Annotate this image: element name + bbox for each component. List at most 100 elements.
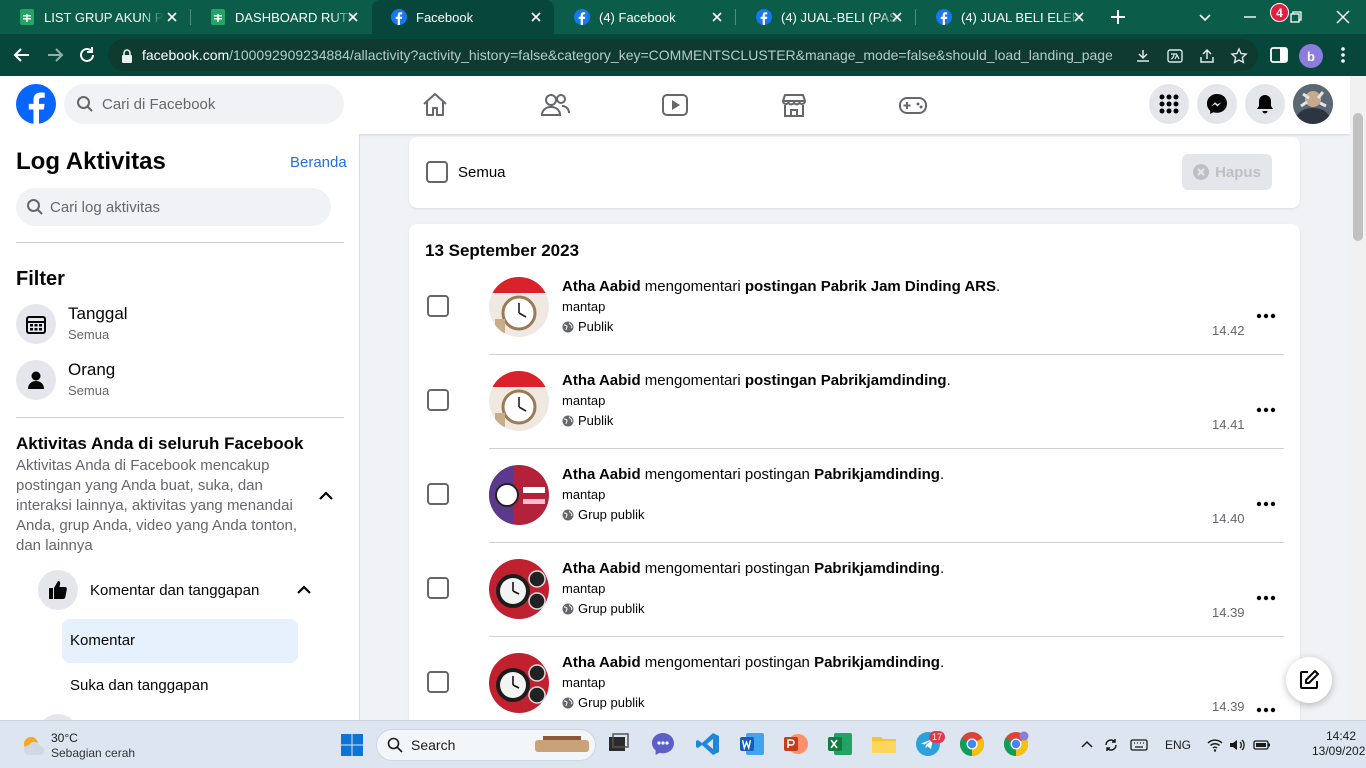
close-icon[interactable] (889, 9, 905, 25)
actor-name[interactable]: Atha Aabid (562, 560, 641, 577)
sidebar-item-likes-reactions[interactable]: Suka dan tanggapan (70, 677, 208, 694)
post-thumbnail[interactable] (489, 559, 549, 619)
actor-name[interactable]: Atha Aabid (562, 654, 641, 671)
page-scrollbar[interactable] (1350, 76, 1366, 720)
close-icon[interactable] (709, 9, 725, 25)
gaming-icon[interactable] (898, 90, 928, 120)
browser-tab-active[interactable]: Facebook (372, 0, 554, 34)
entry-checkbox[interactable] (427, 577, 449, 599)
more-options-icon[interactable] (1255, 399, 1277, 421)
windows-start-icon[interactable] (340, 733, 364, 757)
notifications-button[interactable] (1245, 84, 1285, 124)
excel-icon[interactable] (827, 731, 853, 757)
activity-log-search-input[interactable] (50, 198, 320, 216)
chevron-up-icon[interactable] (316, 486, 336, 506)
more-options-icon[interactable] (1255, 493, 1277, 515)
entry-checkbox[interactable] (427, 389, 449, 411)
browser-tab[interactable]: DASHBOARD RUTINITAS (191, 0, 371, 34)
post-thumbnail[interactable] (489, 653, 549, 713)
target-name[interactable]: Pabrik Jam Dinding ARS (821, 278, 996, 295)
more-options-icon[interactable] (1255, 587, 1277, 609)
window-close-icon[interactable] (1331, 5, 1355, 29)
messenger-button[interactable] (1197, 84, 1237, 124)
friends-icon[interactable] (540, 90, 570, 120)
system-clock[interactable]: 14:42 13/09/2023 (1312, 729, 1366, 759)
volume-icon[interactable] (1228, 736, 1246, 754)
battery-icon[interactable] (1253, 736, 1271, 754)
close-icon[interactable] (164, 9, 180, 25)
new-message-button[interactable] (1286, 657, 1332, 703)
target-name[interactable]: Pabrikjamdinding (814, 560, 940, 577)
chat-app-icon[interactable] (650, 731, 676, 757)
browser-tab[interactable]: LIST GRUP AKUN PABRIK (0, 0, 190, 34)
chevron-up-icon[interactable] (294, 580, 314, 600)
category-comments-reactions[interactable]: Komentar dan tanggapan (38, 570, 328, 612)
more-options-icon[interactable] (1255, 699, 1277, 721)
activity-log-search[interactable] (16, 188, 331, 226)
target-name[interactable]: Pabrikjamdinding (821, 372, 947, 389)
share-icon[interactable] (1198, 47, 1216, 65)
sidebar-item-comments[interactable]: Komentar (62, 619, 298, 663)
word-icon[interactable] (739, 731, 765, 757)
minimize-icon[interactable] (1238, 5, 1262, 29)
keyboard-icon[interactable] (1130, 736, 1148, 754)
chrome-menu-icon[interactable] (1332, 44, 1354, 66)
post-prefix[interactable]: postingan (745, 372, 817, 389)
actor-name[interactable]: Atha Aabid (562, 466, 641, 483)
weather-widget[interactable]: 30°C Sebagian cerah (18, 729, 178, 763)
tab-search-chevron-icon[interactable] (1193, 5, 1217, 29)
more-options-icon[interactable] (1255, 305, 1277, 327)
home-icon[interactable] (420, 90, 450, 120)
file-explorer-icon[interactable] (871, 731, 897, 757)
close-icon[interactable] (1071, 9, 1087, 25)
chrome-profile-icon[interactable] (1003, 731, 1029, 757)
entry-checkbox[interactable] (427, 295, 449, 317)
actor-name[interactable]: Atha Aabid (562, 372, 641, 389)
translate-icon[interactable] (1166, 47, 1184, 65)
delete-button[interactable]: Hapus (1182, 154, 1272, 190)
post-thumbnail[interactable] (489, 465, 549, 525)
sync-icon[interactable] (1102, 736, 1120, 754)
task-view-icon[interactable] (605, 731, 631, 757)
account-avatar[interactable] (1293, 84, 1333, 124)
facebook-search[interactable] (64, 84, 344, 124)
entry-checkbox[interactable] (427, 483, 449, 505)
select-all-checkbox[interactable] (426, 161, 448, 183)
install-app-icon[interactable] (1134, 47, 1152, 65)
close-icon[interactable] (345, 9, 361, 25)
facebook-logo-icon[interactable] (16, 84, 56, 124)
filter-date[interactable]: Tanggal Semua (16, 300, 344, 344)
post-prefix[interactable]: postingan (745, 278, 817, 295)
scrollbar-thumb[interactable] (1353, 113, 1363, 241)
taskbar-search[interactable]: Search (376, 729, 596, 761)
powerpoint-icon[interactable] (783, 731, 809, 757)
bookmark-star-icon[interactable] (1230, 47, 1248, 65)
post-thumbnail[interactable] (489, 371, 549, 431)
browser-tab[interactable]: (4) Facebook (555, 0, 735, 34)
home-link[interactable]: Beranda (290, 154, 347, 171)
url-text[interactable]: facebook.com/100092909234884/allactivity… (142, 47, 1112, 63)
target-name[interactable]: Pabrikjamdinding (814, 466, 940, 483)
marketplace-icon[interactable] (779, 90, 809, 120)
vscode-icon[interactable] (695, 731, 721, 757)
wifi-icon[interactable] (1206, 736, 1224, 754)
close-icon[interactable] (528, 9, 544, 25)
menu-grid-button[interactable] (1149, 84, 1189, 124)
browser-tab[interactable]: (4) JUAL-BELI (PASAR ONLINE) (737, 0, 915, 34)
chevron-up-icon[interactable] (1078, 736, 1096, 754)
actor-name[interactable]: Atha Aabid (562, 278, 641, 295)
lock-icon[interactable] (118, 47, 136, 65)
forward-arrow-icon[interactable] (44, 44, 66, 66)
reload-icon[interactable] (76, 44, 98, 66)
language-indicator[interactable]: ENG (1165, 738, 1191, 752)
target-name[interactable]: Pabrikjamdinding (814, 654, 940, 671)
chrome-icon[interactable] (959, 731, 985, 757)
browser-tab[interactable]: (4) JUAL BELI ELEKTRONIK (917, 0, 1097, 34)
new-tab-icon[interactable] (1108, 7, 1128, 27)
video-icon[interactable] (660, 90, 690, 120)
back-arrow-icon[interactable] (11, 44, 33, 66)
post-thumbnail[interactable] (489, 277, 549, 337)
side-panel-icon[interactable] (1268, 44, 1290, 66)
browser-profile-avatar[interactable]: b (1299, 44, 1323, 68)
filter-people[interactable]: Orang Semua (16, 356, 344, 400)
